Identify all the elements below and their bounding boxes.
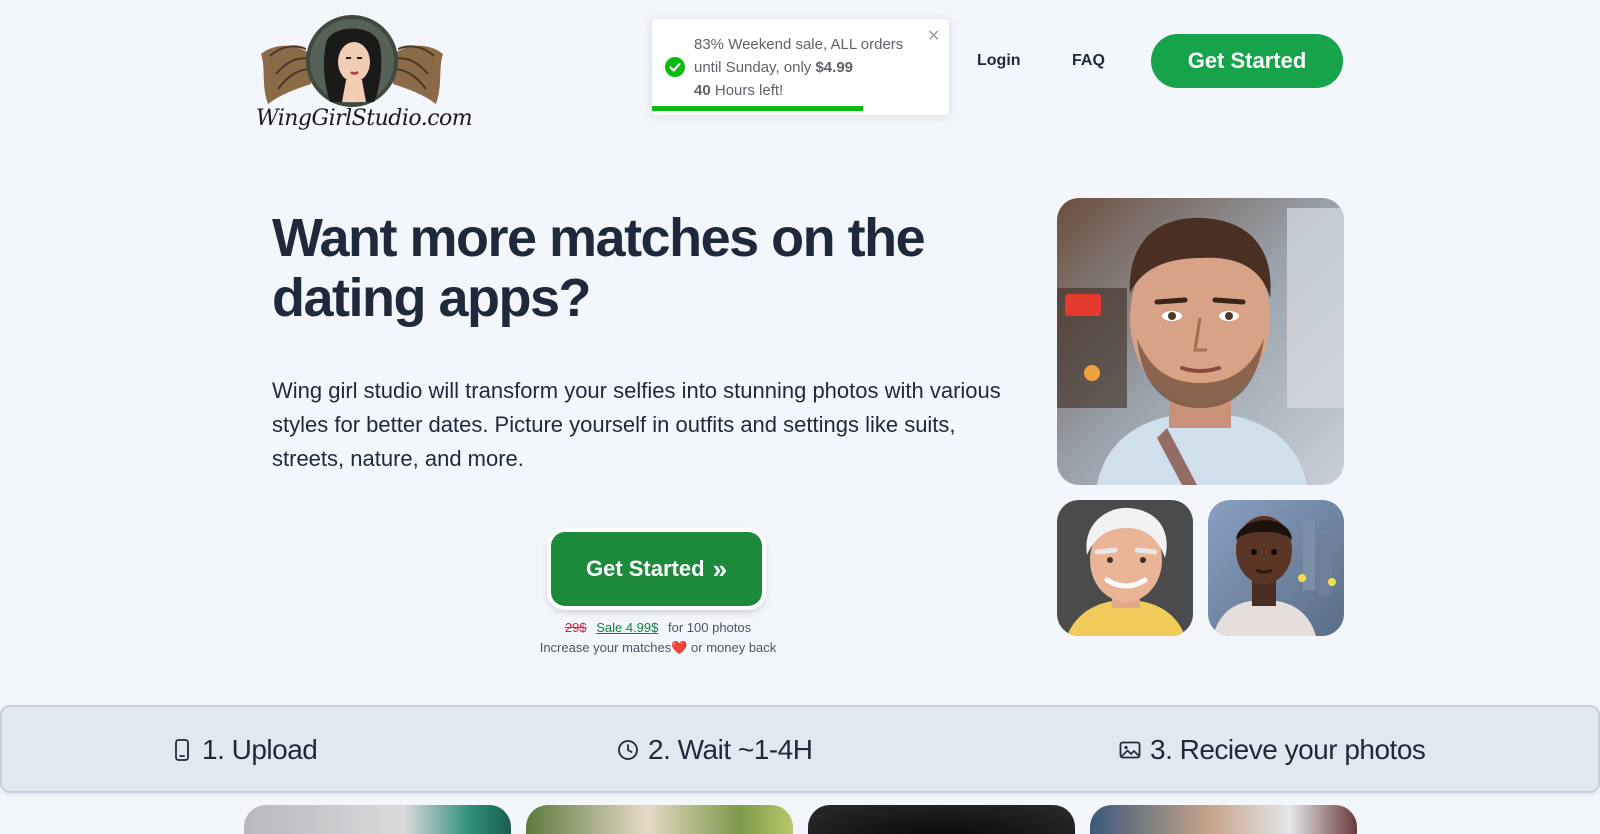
toast-line-3-suffix: Hours left! bbox=[710, 82, 784, 99]
toast-progress-fill bbox=[652, 106, 863, 111]
faq-link[interactable]: FAQ bbox=[1072, 52, 1105, 70]
step-wait-label: 2. Wait ~1-4H bbox=[648, 734, 813, 765]
toast-line-2: until Sunday, only $4.99 bbox=[694, 56, 919, 79]
login-link[interactable]: Login bbox=[977, 52, 1021, 70]
gallery-photo-1 bbox=[244, 805, 511, 834]
pricing-info: 29$ Sale 4.99$ for 100 photos bbox=[480, 620, 836, 635]
toast-progress-bar bbox=[652, 106, 949, 111]
gallery-photo-4 bbox=[1090, 805, 1357, 834]
phone-icon bbox=[175, 739, 189, 761]
old-price: 29$ bbox=[564, 620, 587, 635]
double-chevron-right-icon: » bbox=[712, 554, 728, 584]
step-receive-label: 3. Recieve your photos bbox=[1150, 734, 1426, 765]
step-wait: 2. Wait ~1-4H bbox=[616, 734, 813, 766]
toast-price: $4.99 bbox=[815, 59, 854, 76]
sample-photo-elderly-man bbox=[1057, 500, 1193, 636]
gallery-photo-2 bbox=[526, 805, 793, 834]
hero-description: Wing girl studio will transform your sel… bbox=[272, 378, 1001, 471]
toast-line-3: 40 Hours left! bbox=[694, 79, 919, 102]
sample-photo-young-man bbox=[1208, 500, 1344, 636]
money-back-guarantee: Increase your matches❤️ or money back bbox=[480, 640, 836, 656]
hero-get-started-button[interactable]: Get Started » bbox=[551, 532, 762, 606]
sale-notification-toast[interactable]: 83% Weekend sale, ALL orders until Sunda… bbox=[652, 19, 949, 115]
step-upload: 1. Upload bbox=[170, 734, 318, 766]
heart-icon: ❤️ bbox=[671, 640, 688, 655]
cta-label: Get Started bbox=[585, 556, 705, 581]
toast-line-1: 83% Weekend sale, ALL orders bbox=[694, 36, 904, 53]
gallery-photo-3 bbox=[808, 805, 1075, 834]
check-circle-icon bbox=[665, 57, 685, 77]
hero-title: Want more matches on the dating apps? bbox=[272, 208, 926, 328]
how-it-works-steps-bar: 1. Upload 2. Wait ~1-4H 3. Recieve your … bbox=[0, 705, 1600, 793]
toast-line-2-prefix: until Sunday, only bbox=[694, 59, 816, 76]
sale-price-link[interactable]: Sale 4.99$ bbox=[596, 620, 658, 635]
image-icon bbox=[1119, 741, 1141, 759]
logo-winged-woman-image bbox=[261, 15, 443, 107]
step-upload-label: 1. Upload bbox=[202, 734, 318, 765]
clock-icon bbox=[618, 740, 638, 760]
header-get-started-button[interactable]: Get Started bbox=[1151, 34, 1343, 88]
guarantee-prefix: Increase your matches bbox=[539, 640, 672, 655]
toast-message: 83% Weekend sale, ALL orders until Sunda… bbox=[694, 33, 919, 102]
price-suffix: for 100 photos bbox=[668, 620, 752, 635]
sample-photo-man-city bbox=[1057, 198, 1344, 485]
logo-text: WingGirlStudio.com bbox=[256, 106, 473, 131]
toast-hours: 40 bbox=[694, 82, 711, 99]
close-icon[interactable]: ✕ bbox=[927, 26, 940, 46]
brand-logo[interactable]: WingGirlStudio.com bbox=[256, 14, 473, 139]
guarantee-suffix: or money back bbox=[687, 640, 777, 655]
step-receive: 3. Recieve your photos bbox=[1118, 734, 1426, 766]
